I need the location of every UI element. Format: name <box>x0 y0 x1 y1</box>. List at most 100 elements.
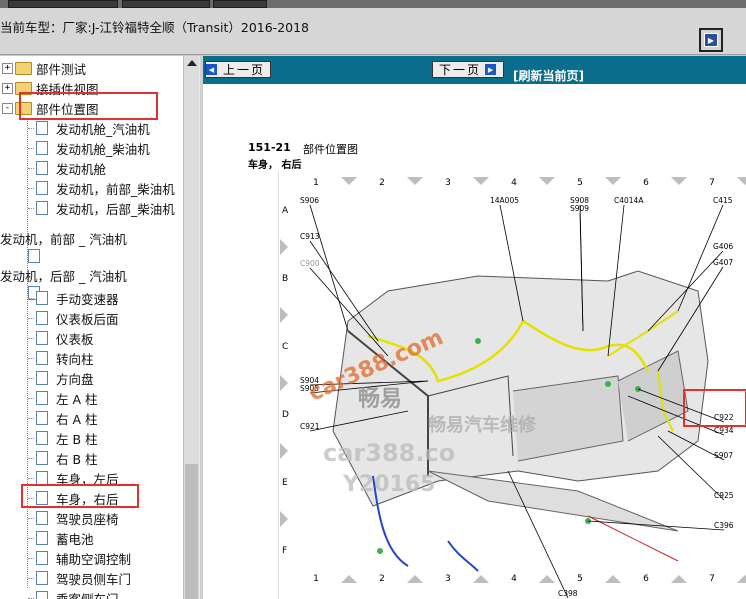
tree-item-label: 方向盘 <box>56 371 94 387</box>
scroll-up-icon[interactable] <box>187 60 197 66</box>
tree-item[interactable]: 左 B 柱 <box>28 428 98 448</box>
document-pane: ◀ 上一页 下一页 ▶ [刷新当前页] 151-21 部件位置图 车身， 右后 … <box>203 56 746 599</box>
tree-connector <box>28 377 34 379</box>
refresh-link[interactable]: [刷新当前页] <box>513 67 584 84</box>
tree-item-label: 发动机舱_汽油机 <box>56 121 150 137</box>
tree-item-label: 左 B 柱 <box>56 431 98 447</box>
folder-icon <box>15 61 32 75</box>
document-icon <box>36 451 48 465</box>
tree-item-label: 发动机舱 <box>56 161 107 177</box>
callout-label: C398 <box>558 589 578 598</box>
watermark-text: 畅易汽车维修 <box>428 414 537 436</box>
row-label: A <box>282 206 289 216</box>
tree-item[interactable]: 发动机舱_汽油机 <box>28 118 150 138</box>
callout-label: C921 <box>300 422 320 431</box>
watermark-text: Y20165 <box>342 472 435 497</box>
column-label: 2 <box>379 178 385 188</box>
tree-item-label: 右 B 柱 <box>56 451 98 467</box>
tree-item[interactable]: 蓄电池 <box>28 528 94 548</box>
column-label: 6 <box>643 574 649 584</box>
tree-item[interactable]: 发动机，前部_柴油机 <box>28 178 175 198</box>
vehicle-header: 当前车型：厂家:J-江铃福特全顺（Transit）2016-2018 ▶ <box>0 8 746 55</box>
tree-item-label: 仪表板后面 <box>56 311 119 327</box>
vehicle-label: 当前车型：厂家:J-江铃福特全顺（Transit）2016-2018 <box>0 20 310 35</box>
arrow-right-icon: ▶ <box>485 64 497 75</box>
tree-item-label: 左 A 柱 <box>56 391 98 407</box>
document-icon <box>36 351 48 365</box>
tree-item[interactable]: 驾驶员侧车门 <box>28 568 131 588</box>
callout-label: C4014A <box>614 196 644 205</box>
prev-page-label: 上一页 <box>223 63 266 77</box>
callout-label: S906 <box>300 196 319 205</box>
column-label: 7 <box>709 574 715 584</box>
row-label: C <box>282 342 288 352</box>
column-label: 5 <box>577 178 583 188</box>
column-label: 1 <box>313 178 319 188</box>
tree-connector <box>28 557 34 559</box>
expand-icon[interactable]: + <box>2 82 13 94</box>
tree-item[interactable]: 发动机舱 <box>28 158 106 178</box>
callout-label: 14A005 <box>490 196 519 205</box>
next-page-button[interactable]: 下一页 ▶ <box>432 61 504 78</box>
callout-label: S909 <box>570 204 589 213</box>
callout-label: C934 <box>714 426 734 435</box>
column-label: 6 <box>643 178 649 188</box>
collapse-icon[interactable]: - <box>2 102 13 114</box>
tree-item-label: 驾驶员座椅 <box>56 511 119 527</box>
toolbar-button[interactable] <box>8 0 118 8</box>
scroll-thumb[interactable] <box>185 464 198 599</box>
tree-item[interactable]: 转向柱 <box>28 348 94 368</box>
page-subtitle: 车身， 右后 <box>248 160 302 171</box>
tree-item[interactable]: 发动机，后部 _ 汽油机 <box>0 265 127 285</box>
component-tree: + 部件测试 + 接插件视图 - 部件位置图 发动机舱_汽油机 发动机舱_柴油机 发动机舱 发动机… <box>0 56 183 599</box>
tree-connector <box>28 457 34 459</box>
tree-item[interactable]: 辅助空调控制 <box>28 548 131 568</box>
tree-connector <box>28 477 34 479</box>
toolbar-button[interactable] <box>213 0 267 8</box>
column-label: 3 <box>445 574 451 584</box>
tree-connector <box>28 397 34 399</box>
tree-scrollbar[interactable] <box>183 56 200 599</box>
tree-item[interactable]: 驾驶员座椅 <box>28 508 119 528</box>
tree-item-label: 蓄电池 <box>56 531 94 547</box>
tree-item-label: 右 A 柱 <box>56 411 98 427</box>
expand-icon[interactable]: + <box>2 62 13 74</box>
tree-connector <box>28 597 34 599</box>
column-label: 2 <box>379 574 385 584</box>
callout-label: C900 <box>300 259 320 268</box>
tree-item-label: 驾驶员侧车门 <box>56 571 132 587</box>
prev-page-button[interactable]: ◀ 上一页 <box>205 61 271 78</box>
tree-item[interactable]: 发动机，后部_柴油机 <box>28 198 175 218</box>
document-icon <box>36 431 48 445</box>
watermark-text: car388.co <box>323 439 455 467</box>
column-label: 4 <box>511 574 517 584</box>
tree-item[interactable]: 发动机，前部 _ 汽油机 <box>0 228 127 248</box>
tree-item[interactable]: 仪表板 <box>28 328 94 348</box>
toggle-panel-button[interactable]: ▶ <box>699 28 723 52</box>
tree-item[interactable]: 仪表板后面 <box>28 308 119 328</box>
watermark-text: 畅易 <box>358 387 402 412</box>
toolbar-button[interactable] <box>122 0 210 8</box>
tree-item[interactable]: 左 A 柱 <box>28 388 98 408</box>
tree-item[interactable]: 乘客侧车门 <box>28 588 119 599</box>
arrow-right-icon: ▶ <box>704 33 718 47</box>
document-icon <box>36 201 48 215</box>
tree-connector <box>28 297 34 299</box>
document-icon <box>36 511 48 525</box>
tree-item-label: 发动机，前部 _ 汽油机 <box>0 231 127 247</box>
tree-item[interactable]: 右 A 柱 <box>28 408 98 428</box>
tree-item[interactable]: 方向盘 <box>28 368 94 388</box>
tree-folder[interactable]: + 部件测试 <box>2 58 86 78</box>
page-number: 151-21 <box>248 141 291 154</box>
tree-connector <box>28 417 34 419</box>
tree-item-label: 手动变速器 <box>56 291 119 307</box>
tree-connector <box>28 517 34 519</box>
tree-connector <box>28 187 34 189</box>
callout-label: G406 <box>713 242 733 251</box>
callout-label: C396 <box>714 521 734 530</box>
tree-connector <box>28 147 34 149</box>
tree-item[interactable]: 发动机舱_柴油机 <box>28 138 150 158</box>
tree-item[interactable]: 右 B 柱 <box>28 448 98 468</box>
tree-item[interactable]: 手动变速器 <box>28 288 119 308</box>
document-icon <box>36 411 48 425</box>
